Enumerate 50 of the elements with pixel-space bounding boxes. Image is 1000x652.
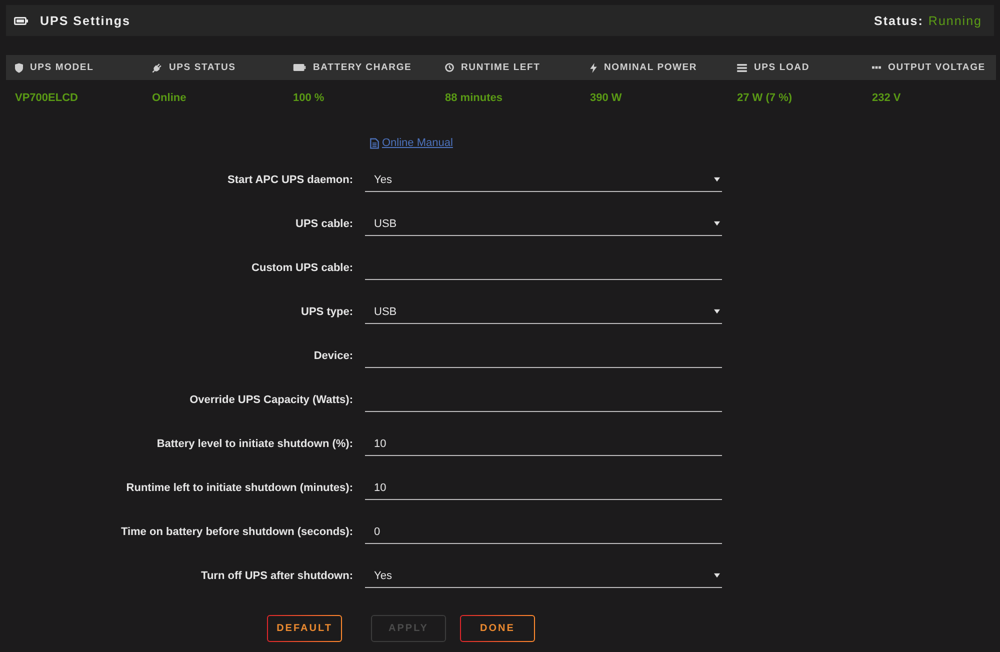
battery-icon [293, 64, 306, 71]
dropdown[interactable]: USB [365, 212, 722, 236]
column-header: NOMINAL POWER [604, 62, 698, 73]
bars-icon [737, 64, 747, 72]
field-label: UPS cable: [294, 218, 353, 230]
battery-icon [14, 16, 28, 24]
field-label: Battery level to initiate shutdown (%): [156, 438, 353, 450]
caret-icon [714, 221, 720, 226]
stat-value: 390 W [590, 92, 623, 104]
field-label: Device: [312, 350, 353, 362]
caret-icon [714, 177, 720, 182]
dropdown[interactable]: Yes [365, 564, 722, 588]
clock-icon [445, 63, 454, 72]
lightning-bolt-icon [590, 62, 597, 72]
status-value: Running [928, 14, 982, 28]
stat-value: 232 V [872, 92, 902, 104]
column-header: BATTERY CHARGE [313, 62, 412, 73]
stat-value: Online [152, 92, 188, 104]
field-label: UPS type: [300, 306, 353, 318]
field-label: Custom UPS cable: [250, 262, 353, 274]
caret-icon [714, 573, 720, 578]
column-header: RUNTIME LEFT [461, 62, 540, 73]
column-header: UPS LOAD [754, 62, 810, 73]
field-label: Override UPS Capacity (Watts): [188, 394, 353, 406]
field-label: Time on battery before shutdown (seconds): [120, 526, 353, 538]
online-manual-link[interactable]: Online Manual [370, 136, 453, 150]
stat-value: VP700ELCD [15, 92, 79, 104]
caret-icon [714, 309, 720, 314]
page-title: UPS Settings [40, 14, 130, 28]
dropdown[interactable]: USB [365, 300, 722, 324]
action-button[interactable]: DEFAULT [267, 615, 342, 642]
plug-icon [152, 62, 162, 72]
text-field[interactable]: 10 [365, 432, 722, 456]
action-button[interactable]: DONE [460, 615, 535, 642]
ellipsis-icon [872, 66, 881, 69]
column-header: OUTPUT VOLTAGE [888, 62, 986, 73]
dropdown[interactable]: Yes [365, 168, 722, 192]
field-label: Turn off UPS after shutdown: [200, 570, 353, 582]
field-label: Start APC UPS daemon: [226, 174, 353, 186]
stat-value: 88 minutes [445, 92, 504, 104]
stat-value: 100 % [293, 92, 326, 104]
text-field[interactable]: 0 [365, 520, 722, 544]
text-field[interactable]: 10 [365, 476, 722, 500]
document-icon [370, 138, 379, 148]
stat-value: 27 W (7 %) [737, 92, 794, 104]
column-header: UPS MODEL [30, 62, 94, 73]
field-label: Runtime left to initiate shutdown (minutes): [125, 482, 353, 494]
column-header: UPS STATUS [169, 62, 236, 73]
shield-icon [15, 62, 23, 72]
status-label: Status: [874, 14, 924, 28]
